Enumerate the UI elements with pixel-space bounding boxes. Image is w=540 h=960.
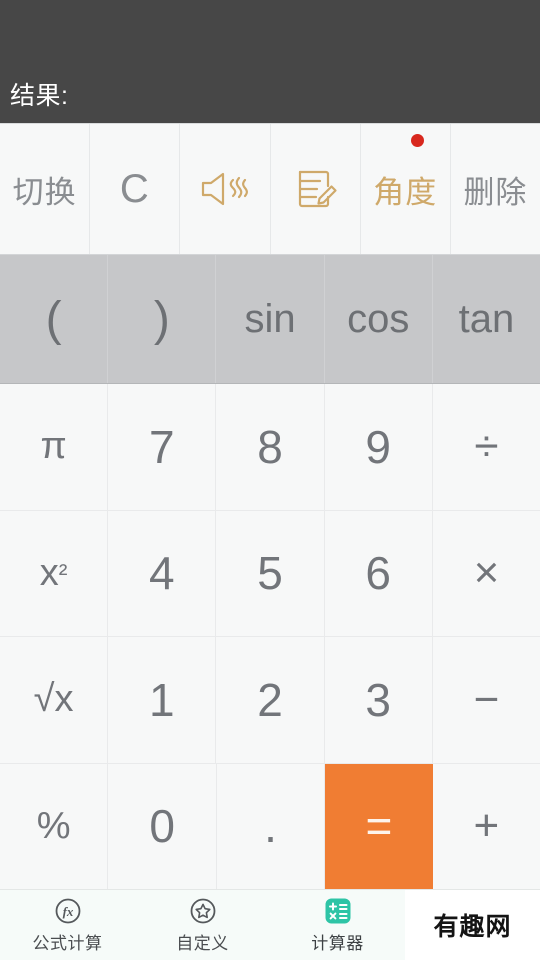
display-panel: 结果: xyxy=(0,0,540,124)
key-percent[interactable]: % xyxy=(0,763,109,889)
nav-item-custom[interactable]: 自定义 xyxy=(135,890,270,960)
fx-circle-icon: fx xyxy=(53,896,83,926)
key-four[interactable]: 4 xyxy=(108,510,217,636)
svg-text:fx: fx xyxy=(62,904,73,919)
toolbar-label-clear: C xyxy=(119,166,150,211)
key-square[interactable]: x² xyxy=(0,510,109,636)
watermark: 有趣网 xyxy=(405,890,540,960)
nav-label-calculator: 计算器 xyxy=(311,934,364,953)
bottom-nav: fx 公式计算 自定义 计算器 有趣网 xyxy=(0,889,540,960)
keypad-row: π 7 8 9 ÷ xyxy=(0,384,540,511)
nav-label-formula-calc: 公式计算 xyxy=(32,934,103,953)
trig-row: ( ) sin cos tan xyxy=(0,255,540,384)
toolbar-label-switch: 切换 xyxy=(12,174,77,210)
key-cos[interactable]: cos xyxy=(325,255,433,383)
key-tan[interactable]: tan xyxy=(433,255,540,383)
toolbar-label-delete: 删除 xyxy=(463,174,528,210)
key-seven[interactable]: 7 xyxy=(108,384,217,510)
key-open-paren[interactable]: ( xyxy=(0,255,109,383)
key-two[interactable]: 2 xyxy=(216,637,325,763)
key-multiply[interactable]: × xyxy=(432,510,540,636)
key-three[interactable]: 3 xyxy=(324,637,433,763)
toolbar-button-switch[interactable]: 切换 xyxy=(0,124,91,254)
note-edit-icon xyxy=(290,164,340,214)
calculator-app: 结果: 切换 C 角度 删除 () sin cos tan π 7 8 9 ÷… xyxy=(0,0,540,960)
display-expression xyxy=(10,51,530,81)
key-divide[interactable]: ÷ xyxy=(432,384,540,510)
key-zero[interactable]: 0 xyxy=(108,763,217,889)
key-eight[interactable]: 8 xyxy=(216,384,325,510)
key-pi[interactable]: π xyxy=(0,384,109,510)
key-close-paren[interactable]: ) xyxy=(108,255,217,383)
nav-label-custom: 自定义 xyxy=(176,934,229,953)
key-one[interactable]: 1 xyxy=(108,637,217,763)
key-square-root[interactable]: √x xyxy=(0,637,109,763)
key-decimal-point[interactable]: . xyxy=(216,763,326,889)
toolbar-button-sound[interactable] xyxy=(180,124,271,254)
toolbar-button-angle[interactable]: 角度 xyxy=(360,124,451,254)
angle-badge-dot xyxy=(411,134,425,147)
nav-item-formula-calc[interactable]: fx 公式计算 xyxy=(0,890,135,960)
toolbar-button-delete[interactable]: 删除 xyxy=(450,124,540,254)
toolbar-button-note[interactable] xyxy=(270,124,361,254)
key-sin[interactable]: sin xyxy=(216,255,325,383)
toolbar: 切换 C 角度 删除 xyxy=(0,124,540,255)
toolbar-button-clear[interactable]: C xyxy=(90,124,181,254)
speaker-sound-icon xyxy=(197,167,253,211)
toolbar-label-angle: 角度 xyxy=(373,174,438,210)
display-result-label: 结果: xyxy=(10,82,69,110)
key-six[interactable]: 6 xyxy=(324,510,433,636)
keypad: π 7 8 9 ÷ x² 4 5 6 × √x 1 2 3 − % 0 . = … xyxy=(0,384,540,889)
key-minus[interactable]: − xyxy=(432,637,540,763)
calculator-icon xyxy=(323,896,353,926)
key-nine[interactable]: 9 xyxy=(324,384,433,510)
keypad-row: x² 4 5 6 × xyxy=(0,510,540,637)
keypad-row: % 0 . = + xyxy=(0,763,540,889)
key-five[interactable]: 5 xyxy=(216,510,325,636)
keypad-row: √x 1 2 3 − xyxy=(0,637,540,764)
nav-item-calculator[interactable]: 计算器 xyxy=(270,890,405,960)
key-plus[interactable]: + xyxy=(432,763,540,889)
key-equals[interactable]: = xyxy=(325,763,433,889)
star-circle-icon xyxy=(188,896,218,926)
watermark-text: 有趣网 xyxy=(433,913,512,941)
